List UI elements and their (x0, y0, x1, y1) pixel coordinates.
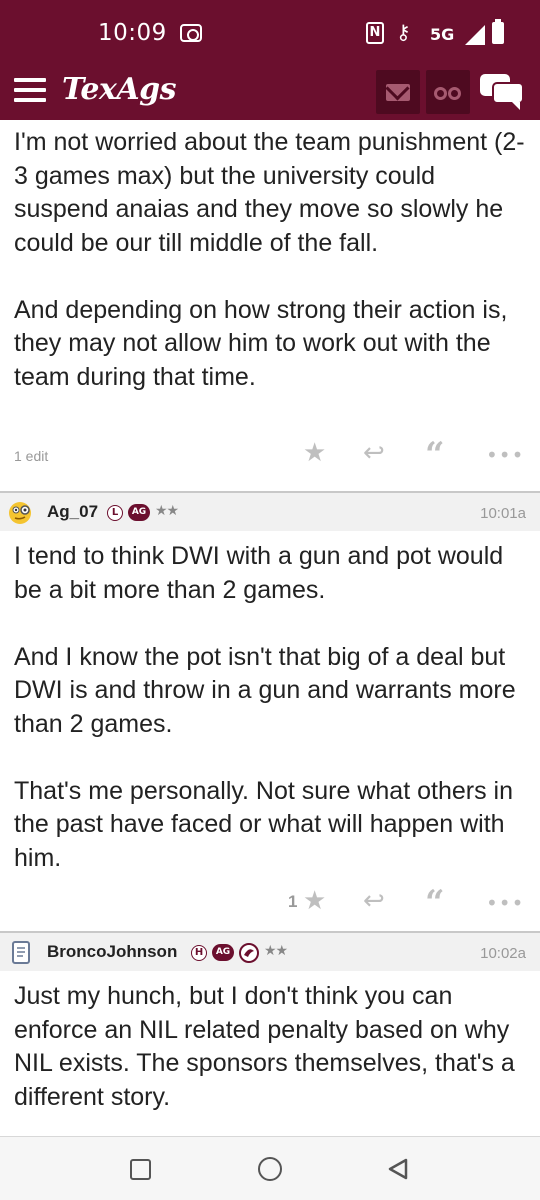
app-header: TexAgs (0, 58, 540, 120)
badge-ag: AG (212, 944, 234, 961)
post-actions: 1 ★ ↩ “ ••• (0, 882, 540, 922)
edit-count[interactable]: 1 edit (14, 448, 48, 464)
status-bar: 10:09 N ⚷ 5G (0, 0, 540, 58)
binoculars-icon (434, 87, 447, 100)
messages-button[interactable] (376, 70, 420, 114)
status-time: 10:09 (98, 20, 167, 46)
quote-icon[interactable]: “ (425, 438, 445, 472)
username[interactable]: BroncoJohnson (47, 942, 177, 962)
star-icon[interactable]: ★ (303, 886, 326, 916)
key-icon: ⚷ (396, 20, 411, 44)
recents-icon[interactable] (130, 1159, 151, 1180)
user-stars: ★★ (264, 943, 288, 959)
system-nav-bar (0, 1136, 540, 1200)
signal-icon (465, 25, 485, 45)
reply-icon[interactable]: ↩ (363, 886, 385, 916)
screen-record-icon (180, 24, 202, 42)
menu-icon[interactable] (14, 78, 46, 102)
network-type: 5G (430, 25, 455, 44)
avatar-emoji-icon[interactable] (8, 499, 36, 525)
avatar-notepad-icon[interactable] (8, 939, 36, 965)
texags-logo[interactable]: TexAgs (62, 72, 177, 107)
user-stars: ★★ (155, 503, 179, 519)
more-icon[interactable]: ••• (486, 888, 524, 918)
like-count: 1 (288, 892, 298, 911)
post-time: 10:02a (480, 945, 526, 962)
username[interactable]: Ag_07 (47, 502, 98, 522)
home-icon[interactable] (258, 1157, 282, 1181)
reply-icon[interactable]: ↩ (363, 438, 385, 468)
post-body: I'm not worried about the team punishmen… (14, 128, 525, 391)
star-icon[interactable]: ★ (303, 438, 326, 468)
badge-ag: AG (128, 504, 150, 521)
chat-icon[interactable] (480, 74, 526, 110)
post-body: I tend to think DWI with a gun and pot w… (14, 542, 516, 872)
post-time: 10:01a (480, 505, 526, 522)
badge-letter: L (107, 505, 123, 521)
post-header: BroncoJohnson H AG ★★ 10:02a (0, 931, 540, 971)
mail-icon (386, 84, 410, 101)
team-logo-icon (239, 943, 259, 963)
watch-button[interactable] (426, 70, 470, 114)
battery-icon (492, 19, 504, 44)
badge-letter: H (191, 945, 207, 961)
post-actions: 1 edit ★ ↩ “ ••• (0, 434, 540, 474)
back-icon[interactable] (386, 1157, 410, 1181)
nfc-icon: N (366, 22, 384, 44)
quote-icon[interactable]: “ (425, 886, 445, 920)
more-icon[interactable]: ••• (486, 440, 524, 470)
post-header: Ag_07 L AG ★★ 10:01a (0, 491, 540, 531)
post-body: Just my hunch, but I don't think you can… (14, 982, 515, 1111)
